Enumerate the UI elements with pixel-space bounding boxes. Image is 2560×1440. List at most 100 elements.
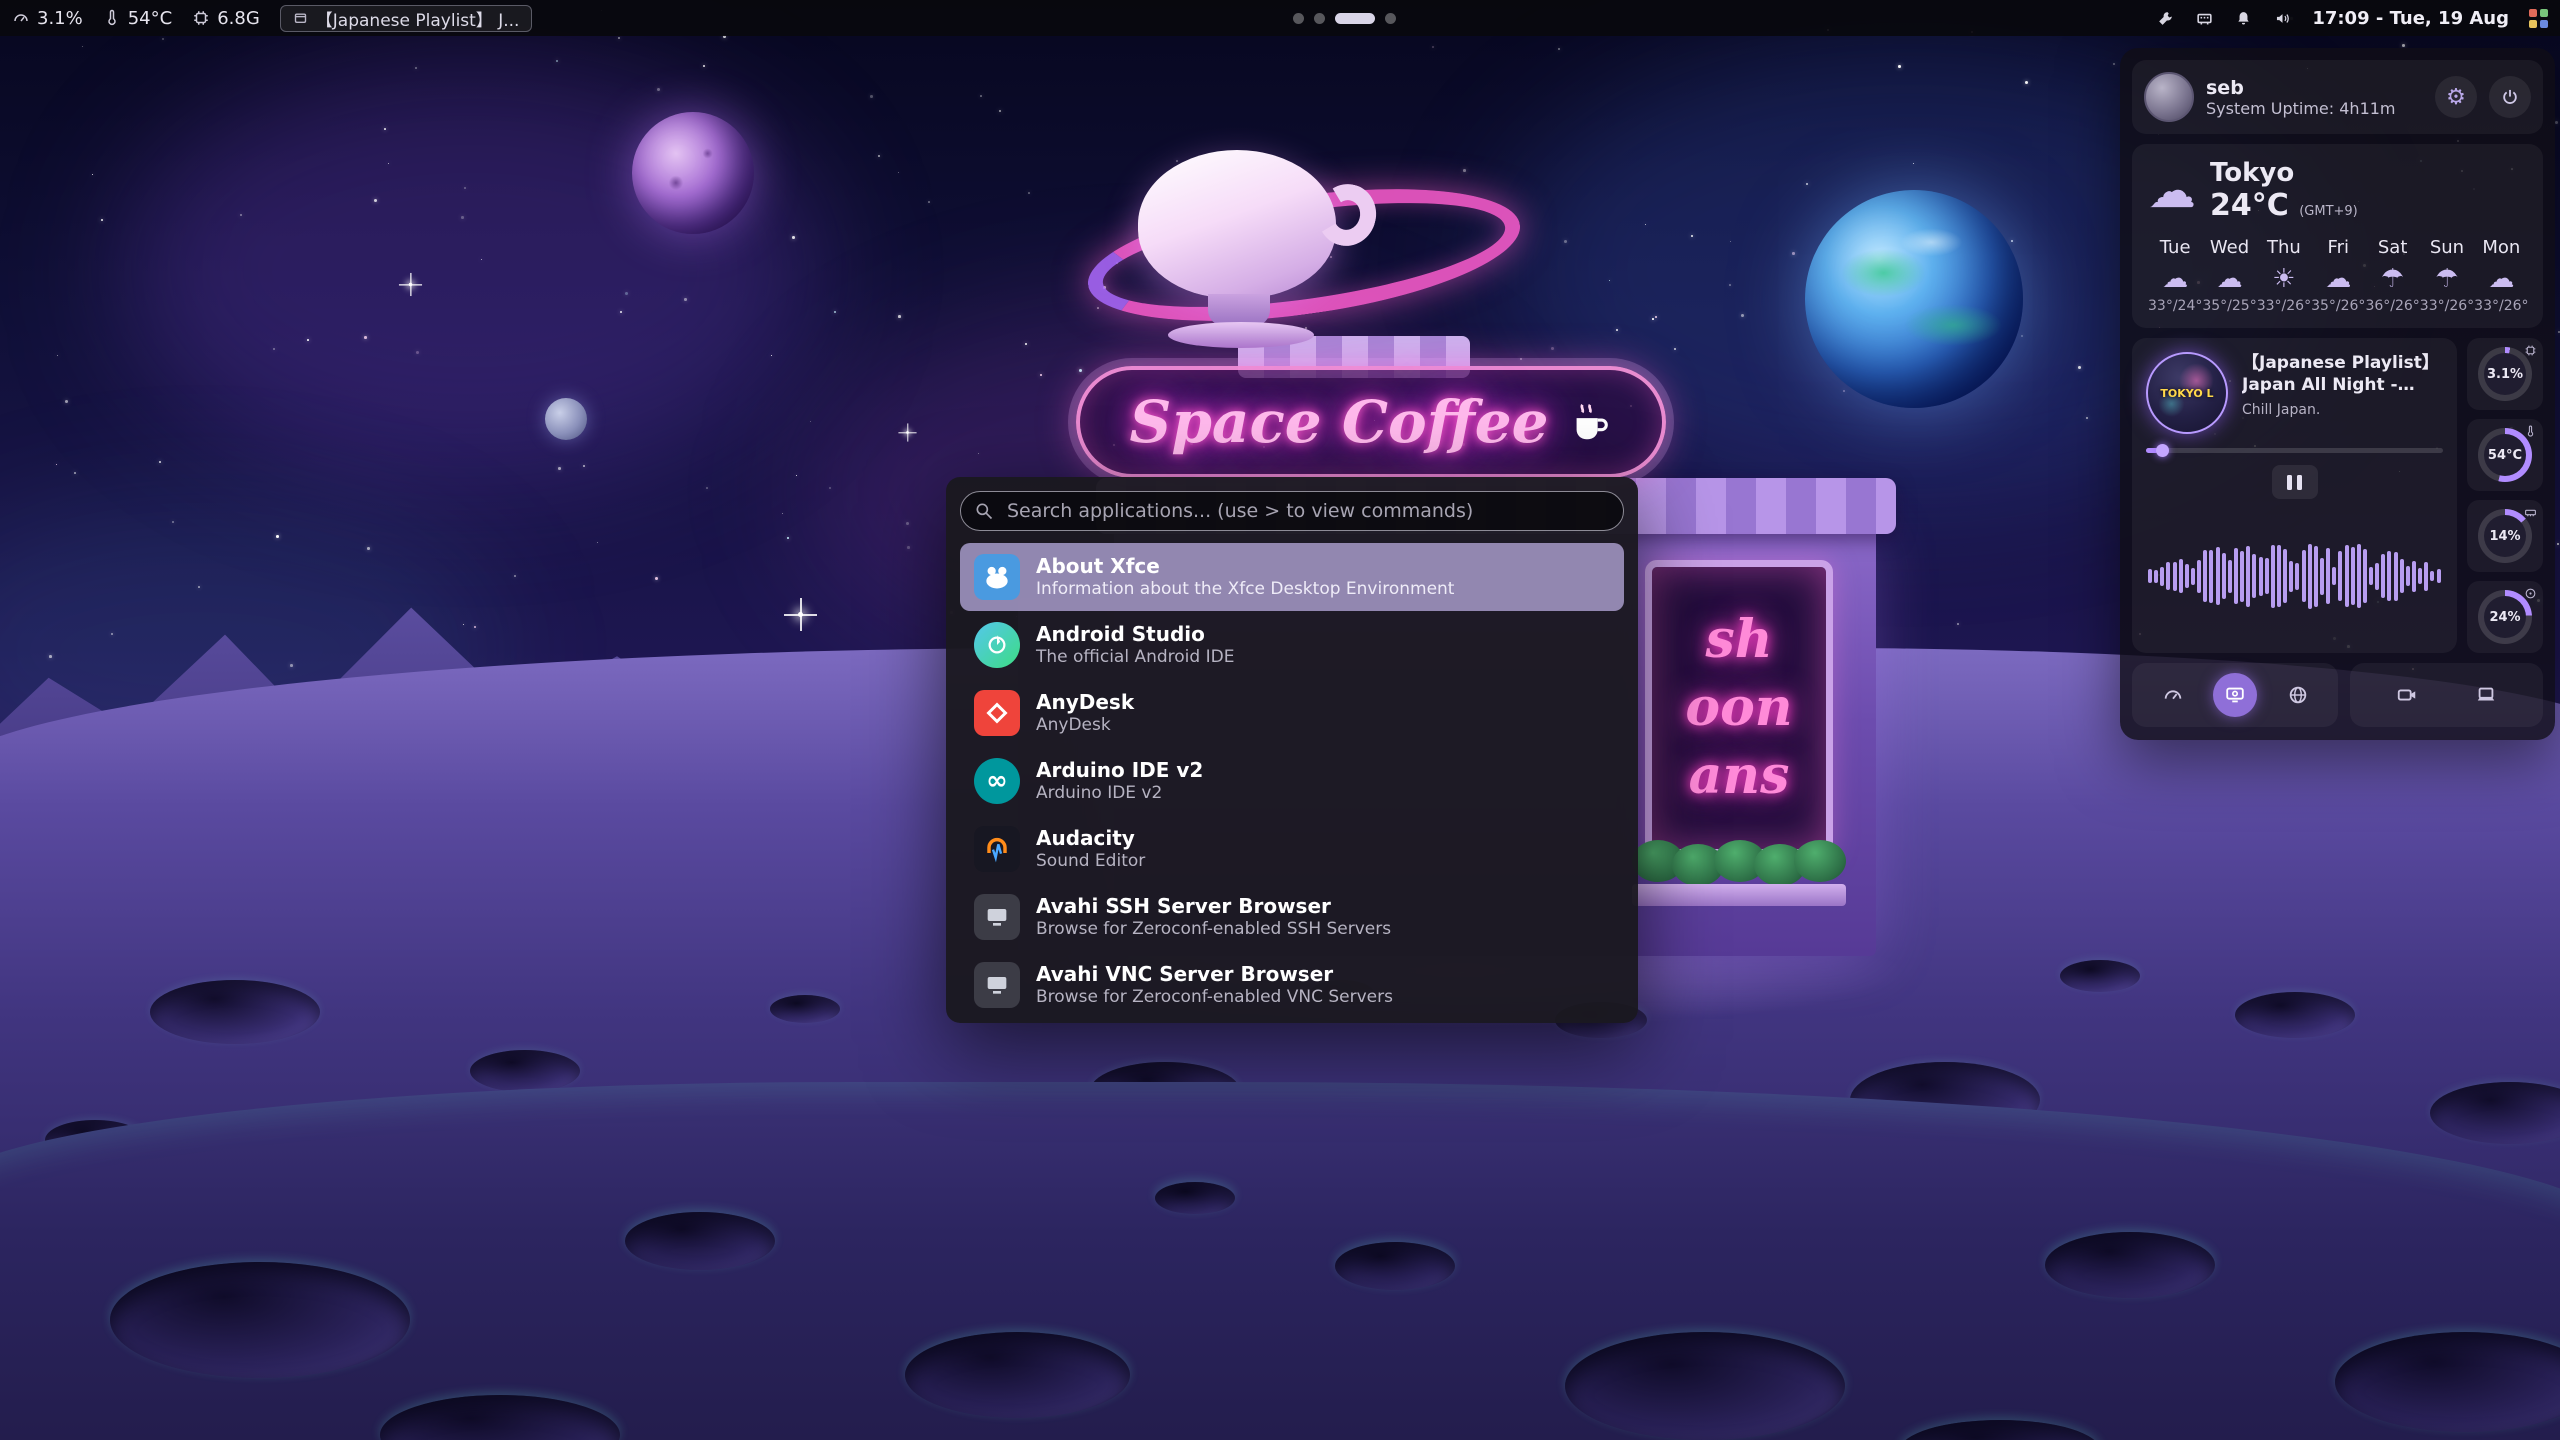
workspace-dot[interactable] [1314,13,1325,24]
forecast-day: Mon ☁ 33°/26° [2474,237,2528,314]
waveform-bar [2216,547,2220,605]
screenshot-button[interactable] [2213,673,2257,717]
network-icon[interactable] [2195,9,2214,28]
app-row-audacity[interactable]: Audacity Sound Editor [960,815,1624,883]
weather-icon: ☀ [2257,264,2311,294]
weather-icon: ☁ [2148,264,2202,294]
memory-chip-icon [192,9,210,27]
xfce-mouse-icon [974,554,1020,600]
window-neon-line: ans [1689,750,1790,802]
window-list-button[interactable]: 【Japanese Playlist】 J... [280,5,533,32]
app-description: Information about the Xfce Desktop Envir… [1036,579,1454,600]
waveform-bar [2148,569,2152,583]
waveform-bar [2375,563,2379,590]
power-button[interactable] [2489,76,2531,118]
neon-sign: Space Coffee [1076,366,1666,478]
waveform-bar [2289,561,2293,592]
waveform-bar [2179,559,2183,593]
screen-record-button[interactable] [2385,673,2429,717]
app-grid-icon[interactable] [2529,9,2548,28]
app-name: Avahi SSH Server Browser [1036,894,1391,919]
settings-button[interactable]: ⚙ [2435,76,2477,118]
search-input[interactable] [960,491,1624,531]
clock[interactable]: 17:09 - Tue, 19 Aug [2312,8,2509,29]
weather-card: ☁ Tokyo 24°C (GMT+9) Tue ☁ 33°/24° Wed ☁… [2132,144,2543,328]
cpu-temp-indicator[interactable]: 54°C [103,8,172,29]
user-name: seb [2206,77,2396,99]
display-settings-button[interactable] [2464,673,2508,717]
user-card: seb System Uptime: 4h11m ⚙ [2132,60,2543,134]
dashboard-button[interactable] [2151,673,2195,717]
app-description: Browse for Zeroconf-enabled VNC Servers [1036,987,1393,1008]
app-name: About Xfce [1036,554,1454,579]
waveform-bar [2222,553,2226,599]
shop-neon-window: sh oon ans [1645,560,1833,856]
pause-button[interactable] [2272,465,2318,499]
application-launcher: About Xfce Information about the Xfce De… [946,477,1638,1023]
weather-timezone: (GMT+9) [2299,204,2358,219]
memory-indicator[interactable]: 6.8G [192,8,260,29]
weather-city: Tokyo [2210,158,2358,188]
waveform-bar [2394,552,2398,601]
waveform-bar [2345,545,2349,607]
waveform-bar [2363,549,2367,603]
forecast-day: Wed ☁ 35°/25° [2202,237,2256,314]
audacity-headphones-icon [974,826,1020,872]
app-name: Audacity [1036,826,1145,851]
waveform-bar [2308,544,2312,609]
laptop-icon [2475,684,2497,706]
workspace-dot-active[interactable] [1335,13,1375,24]
album-art: TOKYO L [2146,352,2228,434]
waveform-bar [2314,546,2318,607]
anydesk-icon [974,690,1020,736]
waveform-bar [2197,560,2201,593]
thermometer-icon [103,9,121,27]
arduino-infinity-icon: ∞ [974,758,1020,804]
notifications-bell-icon[interactable] [2234,9,2253,28]
waveform-bar [2154,570,2158,583]
thermometer-icon [2524,425,2537,438]
workspace-dot[interactable] [1293,13,1304,24]
volume-icon[interactable] [2273,9,2292,28]
waveform-bar [2252,554,2256,598]
app-row-anydesk[interactable]: AnyDesk AnyDesk [960,679,1624,747]
waveform-bar [2240,551,2244,602]
weather-icon: ☂ [2365,264,2419,294]
moon-surface-near [0,1082,2560,1440]
waveform-bar [2381,554,2385,598]
memory-gauge: 14% [2467,500,2543,572]
album-art-text: TOKYO L [2160,387,2213,400]
waveform-bar [2283,549,2287,603]
workspace-dot[interactable] [1385,13,1396,24]
search-icon [974,501,994,521]
network-globe-button[interactable] [2276,673,2320,717]
waveform-bar [2234,548,2238,604]
waveform-bar [2173,562,2177,591]
floating-cup [1138,150,1336,298]
app-name: Android Studio [1036,622,1234,647]
waveform-bar [2271,545,2275,608]
app-row-android-studio[interactable]: Android Studio The official Android IDE [960,611,1624,679]
power-icon [2500,87,2520,107]
media-subtitle: Chill Japan. [2242,402,2443,418]
gear-icon: ⚙ [2446,85,2466,110]
waveform-bar [2246,546,2250,607]
display-icon [2224,684,2246,706]
waveform-bar [2338,551,2342,601]
waveform-bar [2424,562,2428,591]
waveform-bar [2351,547,2355,605]
waveform-bar [2277,545,2281,607]
waveform-bar [2430,571,2434,581]
media-title: 【Japanese Playlist】 Japan All Night - To… [2242,352,2443,396]
waveform-bar [2295,563,2299,590]
app-row-arduino[interactable]: ∞ Arduino IDE v2 Arduino IDE v2 [960,747,1624,815]
forecast-day: Sun ☂ 33°/26° [2420,237,2474,314]
app-row-avahi-vnc[interactable]: Avahi VNC Server Browser Browse for Zero… [960,951,1624,1019]
app-row-avahi-ssh[interactable]: Avahi SSH Server Browser Browse for Zero… [960,883,1624,951]
media-progress-bar[interactable] [2146,448,2443,453]
forecast-day: Fri ☁ 35°/26° [2311,237,2365,314]
waveform-bar [2302,550,2306,602]
cpu-usage-indicator[interactable]: 3.1% [12,8,83,29]
tools-icon[interactable] [2156,9,2175,28]
app-row-about-xfce[interactable]: About Xfce Information about the Xfce De… [960,543,1624,611]
